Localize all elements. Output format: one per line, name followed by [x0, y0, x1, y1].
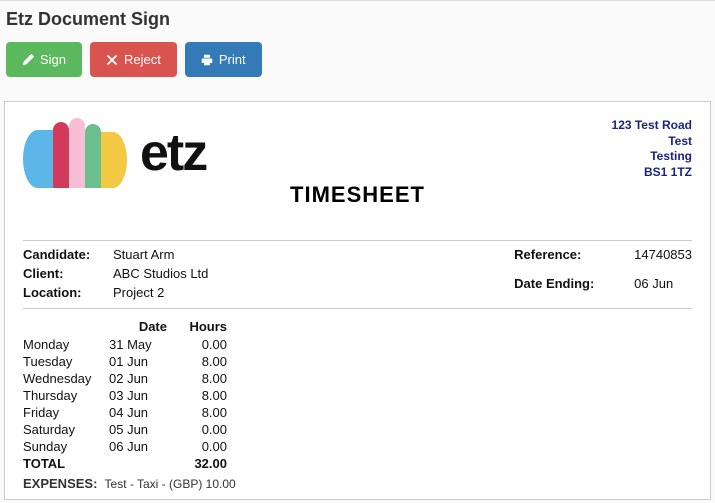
document-header: etz 123 Test Road Test Testing BS1 1TZ T…	[23, 118, 692, 228]
table-row-date: 04 Jun	[103, 404, 173, 421]
toolbar: Sign Reject Print	[0, 42, 715, 101]
table-row-day: Tuesday	[23, 353, 103, 370]
pencil-icon	[22, 54, 34, 66]
table-row-day: Wednesday	[23, 370, 103, 387]
candidate-label: Candidate:	[23, 247, 113, 262]
col-hours: Hours	[173, 317, 233, 336]
logo-mark	[23, 118, 128, 188]
total-blank	[103, 455, 173, 472]
table-row-date: 06 Jun	[103, 438, 173, 455]
client-value: ABC Studios Ltd	[113, 266, 208, 281]
col-date: Date	[103, 317, 173, 336]
sign-button[interactable]: Sign	[6, 42, 82, 77]
table-row-hours: 0.00	[173, 421, 233, 438]
table-row-date: 01 Jun	[103, 353, 173, 370]
address-line: Test	[612, 134, 692, 150]
table-row-day: Saturday	[23, 421, 103, 438]
table-row-date: 02 Jun	[103, 370, 173, 387]
address-line: 123 Test Road	[612, 118, 692, 134]
reference-label: Reference:	[514, 247, 634, 272]
reject-button[interactable]: Reject	[90, 42, 177, 77]
reference-value: 14740853	[634, 247, 692, 272]
close-icon	[106, 54, 118, 66]
location-label: Location:	[23, 285, 113, 300]
table-row-hours: 8.00	[173, 370, 233, 387]
logo: etz	[23, 118, 692, 188]
total-hours: 32.00	[173, 455, 233, 472]
table-row-hours: 8.00	[173, 353, 233, 370]
address-line: Testing	[612, 149, 692, 165]
info-left: Candidate: Stuart Arm Client: ABC Studio…	[23, 247, 208, 300]
logo-text: etz	[140, 123, 206, 183]
date-ending-label: Date Ending:	[514, 276, 634, 301]
info-row: Candidate: Stuart Arm Client: ABC Studio…	[23, 247, 692, 300]
table-row-day: Thursday	[23, 387, 103, 404]
candidate-value: Stuart Arm	[113, 247, 208, 262]
location-value: Project 2	[113, 285, 208, 300]
page-title: Etz Document Sign	[0, 1, 715, 42]
table-row-hours: 8.00	[173, 387, 233, 404]
table-row-day: Sunday	[23, 438, 103, 455]
divider	[23, 240, 692, 241]
info-right: Reference: 14740853 Date Ending: 06 Jun	[514, 247, 692, 300]
table-row-day: Monday	[23, 336, 103, 353]
table-row-date: 05 Jun	[103, 421, 173, 438]
total-label: TOTAL	[23, 455, 103, 472]
address-line: BS1 1TZ	[612, 165, 692, 181]
date-ending-value: 06 Jun	[634, 276, 692, 301]
print-button[interactable]: Print	[185, 42, 262, 77]
address-block: 123 Test Road Test Testing BS1 1TZ	[612, 118, 692, 180]
timesheet-table: Date Hours Monday 31 May 0.00 Tuesday 01…	[23, 317, 692, 472]
table-row-hours: 8.00	[173, 404, 233, 421]
table-row-date: 31 May	[103, 336, 173, 353]
reject-label: Reject	[124, 52, 161, 67]
col-blank	[23, 317, 103, 336]
expenses-row: EXPENSES: Test - Taxi - (GBP) 10.00	[23, 476, 692, 491]
table-row-hours: 0.00	[173, 336, 233, 353]
table-row-day: Friday	[23, 404, 103, 421]
sign-label: Sign	[40, 52, 66, 67]
expenses-value: Test - Taxi - (GBP) 10.00	[105, 477, 236, 491]
table-row-hours: 0.00	[173, 438, 233, 455]
print-icon	[201, 54, 213, 66]
client-label: Client:	[23, 266, 113, 281]
table-row-date: 03 Jun	[103, 387, 173, 404]
document-frame: etz 123 Test Road Test Testing BS1 1TZ T…	[4, 101, 711, 500]
divider	[23, 308, 692, 309]
expenses-label: EXPENSES:	[23, 476, 97, 491]
print-label: Print	[219, 52, 246, 67]
